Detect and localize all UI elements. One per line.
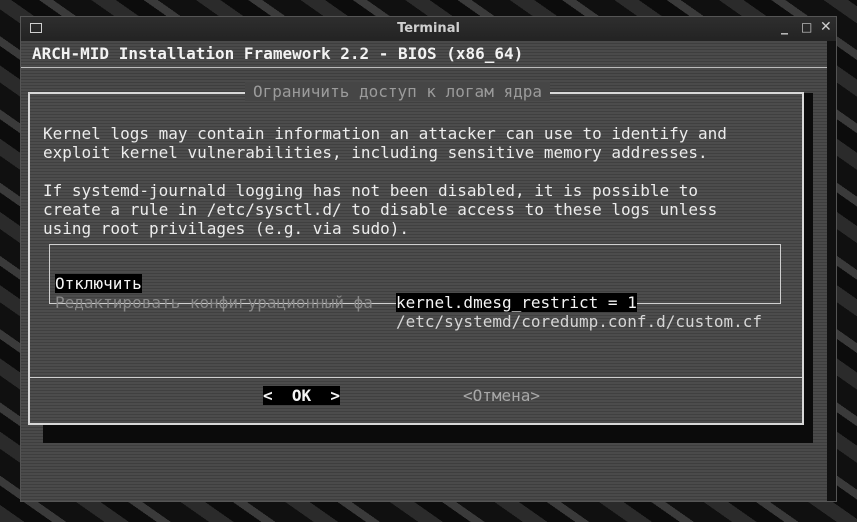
menu-item-disable[interactable]: Отключить kernel.dmesg_restrict = 1 [55, 255, 637, 312]
minimize-icon[interactable]: _ [781, 19, 788, 35]
close-icon[interactable]: ✕ [820, 19, 832, 35]
buttons-divider [30, 377, 802, 378]
message-line: using root privilages (e.g. via sudo). [43, 219, 410, 238]
dialog-shadow [43, 423, 813, 443]
terminal-window: Terminal _ □ ✕ ARCH-MID Installation Fra… [20, 16, 837, 502]
dialog-message: Kernel logs may contain information an a… [43, 124, 727, 238]
message-line: create a rule in /etc/sysctl.d/ to disab… [43, 200, 718, 219]
terminal-scrollbar[interactable] [827, 41, 836, 501]
cancel-button[interactable]: <Отмена> [463, 386, 540, 405]
menu-item-value: kernel.dmesg_restrict = 1 [396, 293, 637, 312]
menu-item-value: /etc/systemd/coredump.conf.d/custom.cf [396, 312, 763, 331]
menu-item-edit-config[interactable]: Редактировать конфигурационный фа /etc/s… [55, 274, 762, 331]
window-titlebar[interactable]: Terminal _ □ ✕ [21, 17, 836, 41]
maximize-icon[interactable]: □ [801, 20, 812, 34]
message-line: If systemd-journald logging has not been… [43, 181, 699, 200]
terminal-screen: ARCH-MID Installation Framework 2.2 - BI… [21, 41, 827, 501]
message-line [43, 162, 727, 181]
backtitle-divider [21, 67, 827, 68]
menu-item-tag: Редактировать конфигурационный фа [55, 293, 373, 312]
ok-button[interactable]: < OK > [263, 386, 341, 405]
message-line: Kernel logs may contain information an a… [43, 124, 727, 143]
dialog-box: Ограничить доступ к логам ядра Kernel lo… [28, 82, 804, 425]
message-line: exploit kernel vulnerabilities, includin… [43, 143, 708, 162]
dialog-title: Ограничить доступ к логам ядра [245, 82, 550, 101]
window-title: Terminal [397, 21, 460, 36]
menu-list: Отключить kernel.dmesg_restrict = 1 Реда… [49, 244, 781, 331]
backtitle: ARCH-MID Installation Framework 2.2 - BI… [32, 44, 524, 63]
